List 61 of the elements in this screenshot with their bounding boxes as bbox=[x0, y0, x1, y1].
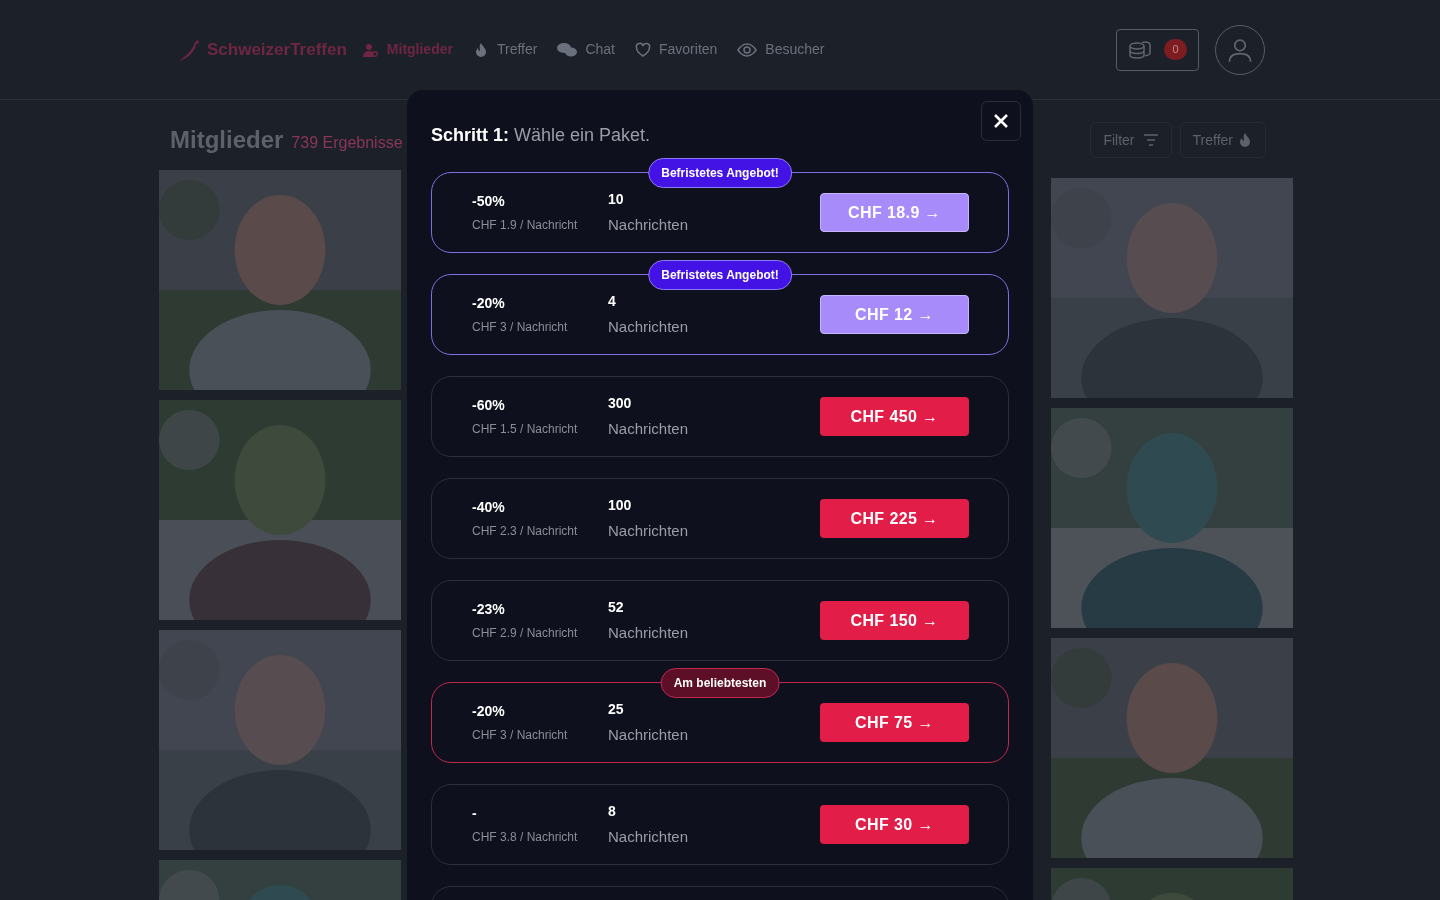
nav-link[interactable]: Besucher bbox=[737, 39, 825, 60]
coin-count: 0 bbox=[1164, 39, 1187, 60]
discount: -50% bbox=[472, 192, 506, 211]
flame-icon bbox=[1237, 132, 1253, 148]
close-button[interactable] bbox=[981, 101, 1021, 141]
price-button[interactable]: CHF 225 → bbox=[820, 499, 969, 538]
package-card[interactable]: -60% CHF 1.5 / Nachricht 300 Nachrichten CHF 450 → bbox=[431, 376, 1009, 457]
nav-link[interactable]: Chat bbox=[557, 39, 615, 60]
chat-icon bbox=[557, 41, 578, 58]
price-per-message: CHF 3.8 / Nachricht bbox=[472, 829, 579, 846]
price-button[interactable]: CHF 12 → bbox=[820, 295, 969, 334]
nav-link[interactable]: Favoriten bbox=[635, 39, 718, 60]
close-icon bbox=[993, 113, 1009, 129]
message-count: 100 bbox=[608, 495, 633, 515]
price-per-message: CHF 3 / Nachricht bbox=[472, 727, 569, 744]
discount: -20% bbox=[472, 294, 506, 313]
message-count: 10 bbox=[608, 189, 625, 209]
package-card[interactable]: -23% CHF 2.9 / Nachricht 52 Nachrichten CHF 150 → bbox=[431, 580, 1009, 661]
price-per-message: CHF 1.9 / Nachricht bbox=[472, 217, 579, 234]
user-search-icon bbox=[362, 41, 379, 58]
message-unit: Nachrichten bbox=[608, 826, 689, 847]
offer-badge: Befristetes Angebot! bbox=[648, 158, 792, 188]
eye-icon bbox=[737, 41, 758, 58]
page-title: Mitglieder bbox=[170, 125, 284, 155]
matches-button[interactable]: Treffer bbox=[1179, 122, 1266, 158]
message-count: 8 bbox=[608, 801, 617, 821]
discount: - bbox=[472, 804, 478, 823]
price-button[interactable]: CHF 150 → bbox=[820, 601, 969, 640]
price-button[interactable]: CHF 18.9 → bbox=[820, 193, 969, 232]
message-unit: Nachrichten bbox=[608, 520, 689, 541]
heart-icon bbox=[635, 41, 651, 58]
discount: -20% bbox=[472, 702, 506, 721]
price-button[interactable]: CHF 75 → bbox=[820, 703, 969, 742]
discount: -60% bbox=[472, 396, 506, 415]
message-unit: Nachrichten bbox=[608, 622, 689, 643]
discount: -23% bbox=[472, 600, 506, 619]
filter-button[interactable]: Filter bbox=[1090, 122, 1172, 158]
message-count: 52 bbox=[608, 597, 625, 617]
offer-badge: Befristetes Angebot! bbox=[648, 260, 792, 290]
price-button[interactable]: CHF 450 → bbox=[820, 397, 969, 436]
message-count: 300 bbox=[608, 393, 633, 413]
price-per-message: CHF 3 / Nachricht bbox=[472, 319, 569, 336]
message-count: 4 bbox=[608, 291, 617, 311]
modal-title: Schritt 1: Wähle ein Paket. bbox=[431, 124, 652, 147]
message-count: 25 bbox=[608, 699, 625, 719]
message-unit: Nachrichten bbox=[608, 316, 689, 337]
filter-icon bbox=[1142, 132, 1159, 148]
offer-badge: Am beliebtesten bbox=[660, 668, 780, 698]
price-per-message: CHF 1.5 / Nachricht bbox=[472, 421, 579, 438]
package-card[interactable]: - CHF 3.8 / Nachricht 8 Nachrichten CHF 30 → bbox=[431, 784, 1009, 865]
nav-link[interactable]: Treffer bbox=[472, 39, 538, 60]
package-card[interactable]: -40% CHF 2.3 / Nachricht 100 Nachrichten CHF 225 → bbox=[431, 478, 1009, 559]
price-button[interactable]: CHF 30 → bbox=[820, 805, 969, 844]
coins-button[interactable]: 0 bbox=[1116, 28, 1199, 71]
discount: -40% bbox=[472, 498, 506, 517]
message-unit: Nachrichten bbox=[608, 214, 689, 235]
price-per-message: CHF 2.3 / Nachricht bbox=[472, 523, 579, 540]
price-per-message: CHF 2.9 / Nachricht bbox=[472, 625, 579, 642]
message-unit: Nachrichten bbox=[608, 724, 689, 745]
message-unit: Nachrichten bbox=[608, 418, 689, 439]
results-count: 739 Ergebnisse bbox=[291, 133, 403, 153]
